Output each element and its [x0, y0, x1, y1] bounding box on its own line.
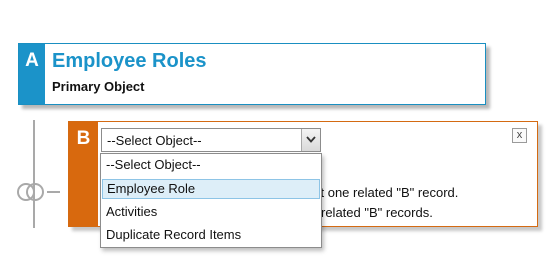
close-button[interactable]: x: [512, 128, 527, 143]
box-letter-a: A: [19, 44, 45, 104]
primary-object-box: A Employee Roles Primary Object: [18, 43, 486, 105]
dropdown-option-activities[interactable]: Activities: [102, 202, 320, 222]
relationship-description-2: related "B" records.: [321, 205, 433, 220]
object-dropdown-list[interactable]: --Select Object-- Employee Role Activiti…: [100, 153, 322, 248]
connector-line: [33, 120, 35, 228]
object-select[interactable]: --Select Object--: [101, 128, 321, 152]
connector-stub: [47, 191, 60, 193]
object-select-value: --Select Object--: [107, 133, 202, 148]
dropdown-option-employee-role[interactable]: Employee Role: [102, 179, 320, 199]
relationship-description-1: st one related "B" record.: [314, 185, 459, 200]
primary-object-subtitle: Primary Object: [52, 79, 145, 94]
primary-object-title: Employee Roles: [52, 50, 207, 72]
box-letter-b: B: [69, 122, 98, 226]
chevron-down-icon[interactable]: [301, 129, 320, 151]
dropdown-option-select-object[interactable]: --Select Object--: [102, 155, 320, 175]
dropdown-option-duplicate-record-items[interactable]: Duplicate Record Items: [102, 225, 320, 245]
